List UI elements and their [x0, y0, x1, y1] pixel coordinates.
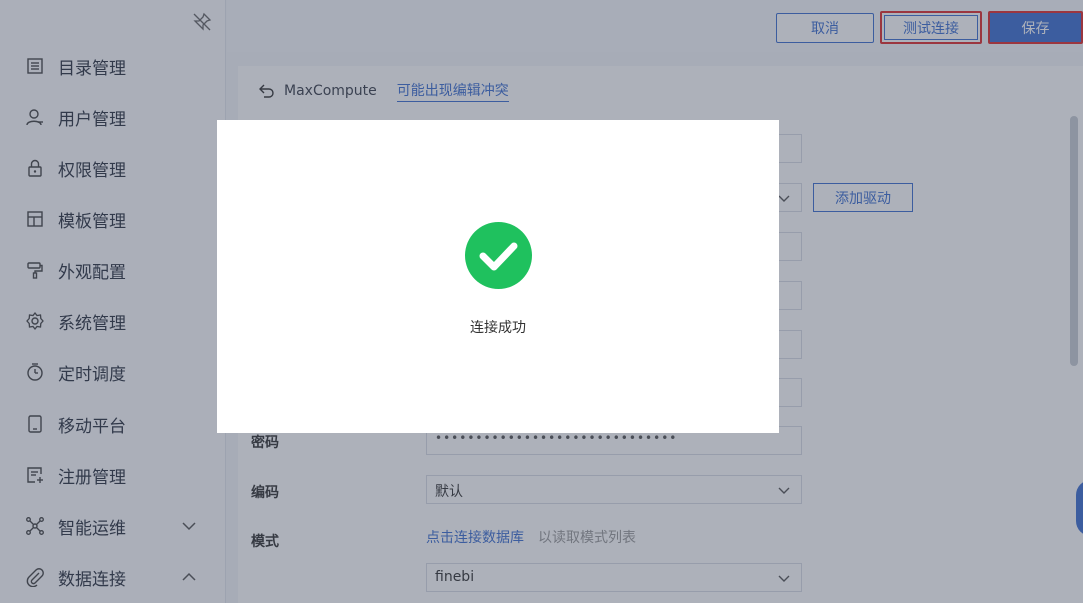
check-circle-icon [465, 222, 532, 289]
connection-result-dialog: 连接成功 [217, 120, 779, 433]
dialog-message: 连接成功 [470, 320, 526, 336]
